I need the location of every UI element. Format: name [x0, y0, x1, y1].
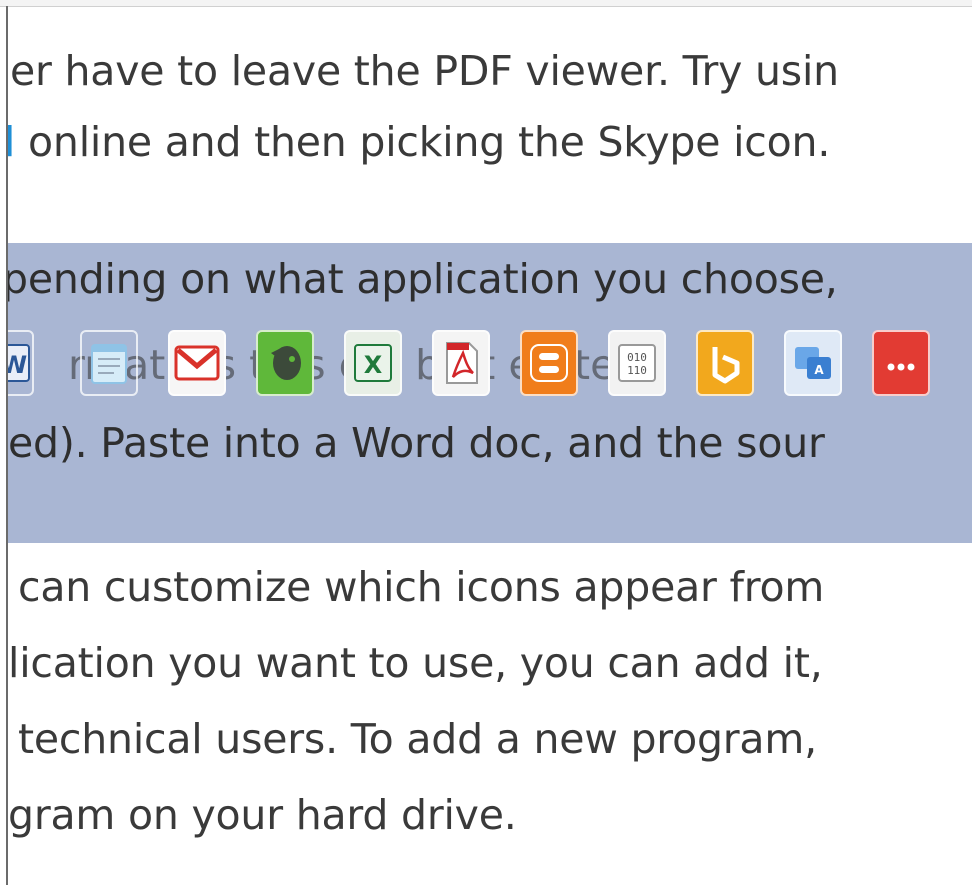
- text-line-content: ed). Paste into a Word doc, and the sour: [8, 419, 825, 467]
- context-action-toolbar: W X 010 110 A: [8, 330, 972, 400]
- toolbar-item-pdf[interactable]: [432, 330, 490, 396]
- text-line-content: gram on your hard drive.: [8, 791, 517, 839]
- toolbar-item-translate[interactable]: A: [784, 330, 842, 396]
- text-line-content: er have to leave the PDF viewer. Try usi…: [10, 47, 839, 95]
- toolbar-item-binary[interactable]: 010 110: [608, 330, 666, 396]
- translate-icon: A: [795, 347, 831, 379]
- svg-text:010: 010: [627, 351, 647, 364]
- toolbar-item-excel[interactable]: X: [344, 330, 402, 396]
- blogger-icon: [530, 344, 568, 382]
- text-line-content: can customize which icons appear from: [18, 563, 825, 611]
- text-line: l online and then picking the Skype icon…: [8, 112, 830, 172]
- document-page: er have to leave the PDF viewer. Try usi…: [8, 7, 972, 885]
- text-line-content: pending on what application you choose,: [8, 255, 838, 303]
- svg-text:X: X: [364, 351, 383, 379]
- notepad-icon: [91, 344, 127, 384]
- text-line: er have to leave the PDF viewer. Try usi…: [10, 41, 839, 101]
- selected-text-line: ed). Paste into a Word doc, and the sour: [8, 413, 825, 473]
- toolbar-item-blogger[interactable]: [520, 330, 578, 396]
- text-line: lication you want to use, you can add it…: [8, 633, 823, 693]
- svg-text:W: W: [8, 351, 27, 379]
- selected-text-line: pending on what application you choose,: [8, 249, 838, 309]
- pdf-icon: [446, 342, 478, 384]
- toolbar-item-more[interactable]: [872, 330, 930, 396]
- toolbar-item-notepad[interactable]: [80, 330, 138, 396]
- binary-icon: 010 110: [618, 344, 656, 382]
- window-top-border: [0, 0, 972, 7]
- svg-text:110: 110: [627, 364, 647, 377]
- word-icon: W: [8, 344, 30, 382]
- text-line-content: lication you want to use, you can add it…: [8, 639, 823, 687]
- evernote-icon: [271, 346, 301, 380]
- more-icon: [887, 363, 915, 371]
- text-line: can customize which icons appear from: [18, 557, 824, 617]
- text-line: technical users. To add a new program,: [18, 709, 817, 769]
- toolbar-item-evernote[interactable]: [256, 330, 314, 396]
- excel-icon: X: [354, 344, 392, 382]
- text-line: gram on your hard drive.: [8, 785, 517, 845]
- toolbar-item-gmail[interactable]: [168, 330, 226, 396]
- svg-text:A: A: [814, 363, 824, 377]
- bing-icon: [712, 347, 740, 384]
- text-line-content: technical users. To add a new program,: [18, 715, 817, 763]
- toolbar-item-bing[interactable]: [696, 330, 754, 396]
- gmail-icon: [174, 345, 220, 381]
- toolbar-item-word[interactable]: W: [8, 330, 34, 396]
- text-line-content: online and then picking the Skype icon.: [15, 118, 831, 166]
